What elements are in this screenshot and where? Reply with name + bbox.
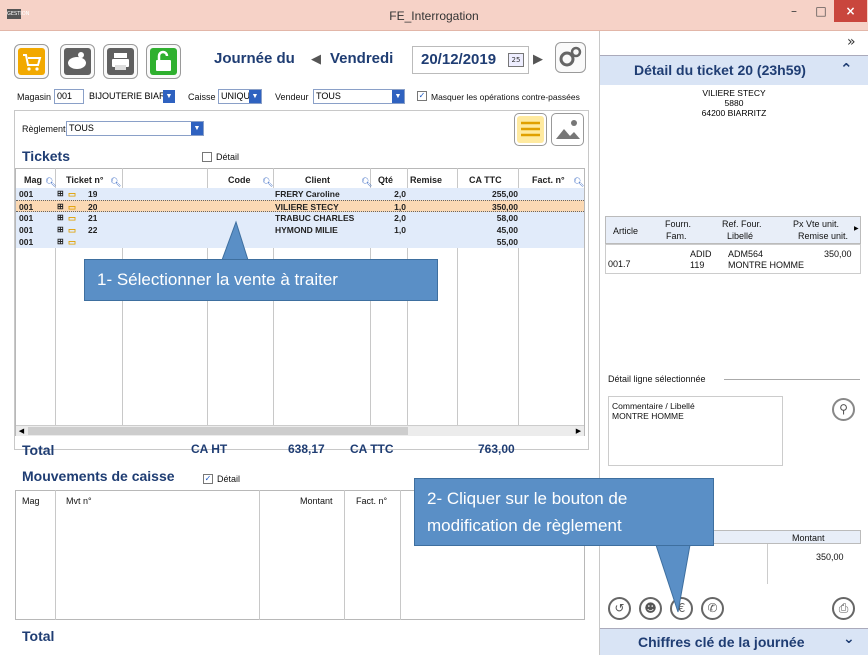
callout-one-arrow [221, 220, 249, 261]
callout-step-two: 2- Cliquer sur le bouton de modification… [414, 478, 714, 546]
callout-two-arrow [655, 544, 691, 613]
callout-arrows [221, 220, 691, 613]
callout-step-one: 1- Sélectionner la vente à traiter [84, 259, 438, 301]
